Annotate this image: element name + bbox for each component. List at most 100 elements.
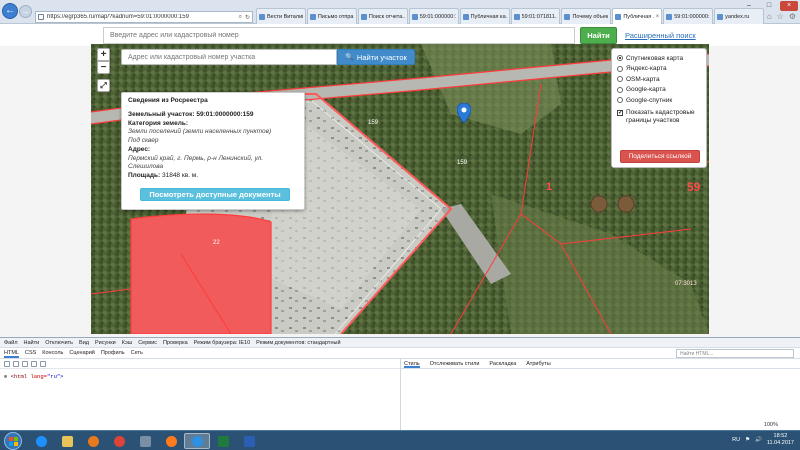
browser-tab[interactable]: 59:01:000000:1...	[663, 8, 714, 24]
dom-tree[interactable]: ⊕ <html lang="ru">	[4, 373, 63, 380]
devtools-menu-item[interactable]: Кэш	[122, 338, 132, 347]
language-indicator[interactable]: RU	[732, 437, 740, 443]
maximize-icon[interactable]: □	[760, 1, 778, 11]
clock[interactable]: 18:52 11.04.2017	[767, 433, 794, 446]
toolbar-icon[interactable]	[31, 360, 37, 367]
devtools-tab-console[interactable]: Консоль	[42, 348, 63, 358]
tab-label: 59:01:000000:1...	[419, 13, 456, 20]
close-tab-icon[interactable]: ×	[656, 14, 660, 20]
devtools-menu-item[interactable]: Найти	[24, 338, 40, 347]
toolbar-icon[interactable]	[40, 360, 46, 367]
taskbar-app-word[interactable]	[236, 433, 262, 449]
devtools-menu-item[interactable]: Проверка	[163, 338, 188, 347]
refresh-icon[interactable]: ↻	[245, 14, 250, 21]
boundaries-toggle[interactable]: ✓ Показать кадастровые границы участков	[617, 109, 701, 126]
layer-option-satellite[interactable]: Спутниковая карта	[617, 53, 701, 64]
taskbar-app-chrome[interactable]	[106, 433, 132, 449]
layer-option-osm[interactable]: OSM-карта	[617, 74, 701, 85]
layer-label: OSM-карта	[626, 75, 660, 83]
close-window-icon[interactable]: ×	[780, 1, 798, 11]
find-parcel-button[interactable]: 🔍 Найти участок	[337, 49, 415, 65]
side-tab-attributes[interactable]: Атрибуты	[526, 359, 550, 368]
select-element-icon[interactable]	[4, 360, 10, 367]
start-button[interactable]	[4, 432, 22, 450]
taskbar-app-firefox[interactable]	[158, 433, 184, 449]
toolbar-icon[interactable]	[22, 360, 28, 367]
view-documents-button[interactable]: Посмотреть доступные документы	[140, 188, 290, 201]
side-tab-style[interactable]: Стиль	[404, 359, 420, 368]
flag-icon[interactable]: ⚑	[745, 437, 750, 443]
map-label: 59	[687, 180, 701, 194]
radio[interactable]	[617, 76, 623, 83]
map-view[interactable]: 159 159 22 1 59 07:3013 + − ⤢ 🔍 Найти уч…	[91, 44, 709, 334]
toolbar-icon[interactable]	[13, 360, 19, 367]
search-icon[interactable]: ⌕	[239, 14, 242, 21]
browser-tab[interactable]: Поиск отчета...	[357, 8, 408, 24]
devtools-tab-script[interactable]: Сценарий	[69, 348, 94, 358]
taskbar-app-generic[interactable]	[132, 433, 158, 449]
minimize-icon[interactable]: –	[740, 1, 758, 11]
radio[interactable]	[617, 65, 623, 72]
fullscreen-icon[interactable]: ⤢	[97, 79, 110, 92]
zoom-in-button[interactable]: +	[97, 48, 110, 61]
layer-option-google[interactable]: Google-карта	[617, 85, 701, 96]
forward-arrow-icon[interactable]: →	[19, 5, 32, 18]
devtools-menu-item[interactable]: Режим документов: стандартный	[256, 338, 340, 347]
share-link-button[interactable]: Поделиться ссылкой	[620, 150, 700, 163]
browser-tab[interactable]: 59:01:071811...	[510, 8, 561, 24]
devtools-tab-css[interactable]: CSS	[25, 348, 36, 358]
taskbar-app-folder[interactable]	[54, 433, 80, 449]
home-icon[interactable]: ⌂	[767, 12, 772, 21]
map-label: 07:3013	[675, 281, 697, 287]
taskbar-app-explorer[interactable]	[28, 433, 54, 449]
back-arrow-icon[interactable]: ←	[2, 3, 18, 19]
gear-icon[interactable]: ⚙	[789, 12, 796, 21]
zoom-level[interactable]: 100%	[764, 422, 778, 428]
tab-label: Поиск отчета...	[368, 13, 405, 20]
address-url[interactable]: https://egrp365.ru/map/?kadnum=59:01:000…	[47, 14, 236, 20]
browser-tab[interactable]: Публичная ка...	[459, 8, 510, 24]
tab-label: Письмо отпра...	[317, 13, 354, 20]
area-label: Площадь:	[128, 172, 161, 180]
word-icon	[243, 435, 255, 447]
zoom-out-button[interactable]: −	[97, 61, 110, 74]
map-search-input[interactable]	[121, 49, 337, 65]
site-search-input[interactable]	[103, 27, 575, 44]
tab-label: Публичная ка...	[470, 13, 507, 20]
radio-selected[interactable]	[617, 55, 623, 62]
devtools-menu-item[interactable]: Режим браузера: IE10	[194, 338, 250, 347]
browser-tab[interactable]: Вести Виталий	[256, 8, 306, 24]
advanced-search-link[interactable]: Расширенный поиск	[625, 31, 696, 40]
volume-icon[interactable]: 🔊	[755, 437, 762, 443]
devtools-side-tabs: Стиль Отслеживать стили Раскладка Атрибу…	[401, 359, 800, 369]
devtools-tab-profile[interactable]: Профиль	[101, 348, 125, 358]
devtools-tab-network[interactable]: Сеть	[131, 348, 143, 358]
devtools-tab-html[interactable]: HTML	[4, 348, 19, 358]
favicon-icon	[717, 13, 724, 20]
radio[interactable]	[617, 97, 623, 104]
taskbar-app-media[interactable]	[80, 433, 106, 449]
layer-option-yandex[interactable]: Яндекс-карта	[617, 64, 701, 75]
taskbar-app-ie-active[interactable]	[184, 433, 210, 449]
devtools-menu-item[interactable]: Файл	[4, 338, 18, 347]
devtools-menu-item[interactable]: Сервис	[138, 338, 157, 347]
devtools-find-input[interactable]: Найти HTML...	[676, 349, 794, 358]
browser-tab-active[interactable]: Публичная ...×	[612, 8, 663, 24]
devtools-menu-item[interactable]: Рисунки	[95, 338, 116, 347]
browser-tab[interactable]: Почему объек...	[561, 8, 612, 24]
address-bar[interactable]: https://egrp365.ru/map/?kadnum=59:01:000…	[35, 11, 253, 23]
devtools-menu-item[interactable]: Отключить	[45, 338, 73, 347]
site-search-button[interactable]: Найти	[580, 27, 617, 44]
side-tab-layout[interactable]: Раскладка	[489, 359, 516, 368]
devtools-menu-item[interactable]: Вид	[79, 338, 89, 347]
layer-option-google-satellite[interactable]: Google-спутник	[617, 95, 701, 106]
checkbox-checked-icon[interactable]: ✓	[617, 109, 623, 116]
star-icon[interactable]: ☆	[777, 12, 784, 21]
favicon-icon	[259, 13, 265, 20]
browser-tab[interactable]: Письмо отпра...	[306, 8, 357, 24]
browser-tab[interactable]: 59:01:000000:1...	[408, 8, 459, 24]
radio[interactable]	[617, 86, 623, 93]
side-tab-trace[interactable]: Отслеживать стили	[430, 359, 480, 368]
taskbar-app-excel[interactable]	[210, 433, 236, 449]
location-pin-icon[interactable]	[457, 103, 471, 123]
